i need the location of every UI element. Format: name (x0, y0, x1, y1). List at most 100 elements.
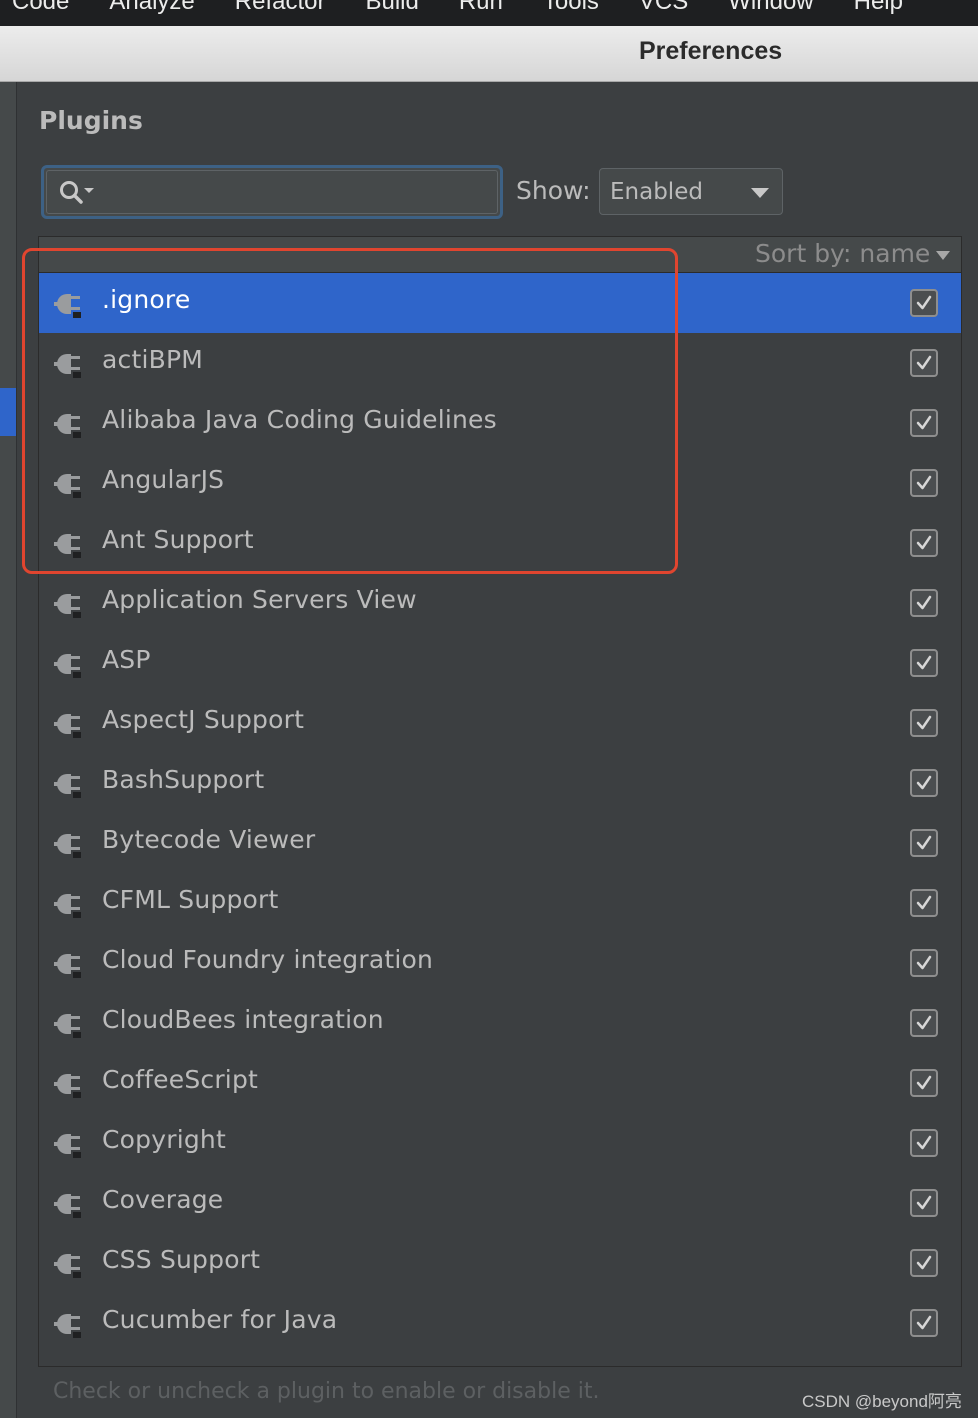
plugin-enabled-checkbox[interactable] (910, 1249, 938, 1277)
plugin-name: CFML Support (102, 885, 279, 914)
settings-tree-selected-item[interactable] (0, 388, 16, 436)
plugin-icon (53, 348, 85, 378)
plugin-row[interactable]: Cloud Foundry integration (39, 933, 961, 993)
plugin-name: Copyright (102, 1125, 226, 1154)
menu-window[interactable]: Window (728, 0, 813, 16)
sort-header[interactable]: Sort by: name (39, 237, 961, 273)
plugin-row[interactable]: CoffeeScript (39, 1053, 961, 1113)
window-title: Preferences (639, 37, 783, 65)
plugin-name: Application Servers View (102, 585, 417, 614)
plugin-row[interactable]: .ignore (39, 273, 961, 333)
page-title: Plugins (39, 106, 143, 135)
search-input[interactable] (106, 176, 490, 208)
plugin-enabled-checkbox[interactable] (910, 1189, 938, 1217)
menu-bar: Code Analyze Refactor Build Run Tools VCS Windo… (0, 0, 978, 26)
plugin-icon (53, 648, 85, 678)
plugin-icon (53, 768, 85, 798)
plugin-icon (53, 888, 85, 918)
plugin-enabled-checkbox[interactable] (910, 289, 938, 317)
show-filter-dropdown[interactable]: Enabled (599, 168, 783, 215)
plugin-enabled-checkbox[interactable] (910, 709, 938, 737)
plugin-name: Cucumber for Java (102, 1305, 338, 1334)
plugin-enabled-checkbox[interactable] (910, 889, 938, 917)
caret-down-icon[interactable] (936, 251, 950, 260)
plugin-enabled-checkbox[interactable] (910, 1129, 938, 1157)
plugin-name: ASP (102, 645, 151, 674)
plugin-name: Ant Support (102, 525, 254, 554)
plugin-name: Cloud Foundry integration (102, 945, 434, 974)
plugin-name: .ignore (102, 285, 191, 314)
plugin-enabled-checkbox[interactable] (910, 349, 938, 377)
plugin-row[interactable]: Ant Support (39, 513, 961, 573)
menu-help[interactable]: Help (854, 0, 903, 16)
plugin-row[interactable]: Bytecode Viewer (39, 813, 961, 873)
menu-run[interactable]: Run (459, 0, 503, 16)
plugin-enabled-checkbox[interactable] (910, 529, 938, 557)
plugin-icon (53, 408, 85, 438)
search-icon[interactable] (58, 178, 98, 208)
plugin-row[interactable]: CFML Support (39, 873, 961, 933)
plugin-icon (53, 1248, 85, 1278)
plugin-enabled-checkbox[interactable] (910, 589, 938, 617)
search-box[interactable] (41, 165, 503, 219)
menu-analyze[interactable]: Analyze (109, 0, 194, 16)
plugin-list[interactable]: Sort by: name .ignore actiBPM Alibaba Java… (38, 236, 962, 1367)
plugin-enabled-checkbox[interactable] (910, 769, 938, 797)
plugin-icon (53, 468, 85, 498)
plugin-row[interactable]: Alibaba Java Coding Guidelines (39, 393, 961, 453)
plugin-icon (53, 1188, 85, 1218)
hint-text: Check or uncheck a plugin to enable or d… (53, 1379, 600, 1404)
plugin-name: CloudBees integration (102, 1005, 384, 1034)
plugin-row[interactable]: ASP (39, 633, 961, 693)
plugin-row[interactable]: AspectJ Support (39, 693, 961, 753)
plugin-row[interactable]: Coverage (39, 1173, 961, 1233)
plugin-row[interactable]: actiBPM (39, 333, 961, 393)
plugin-name: Coverage (102, 1185, 224, 1214)
plugin-name: Bytecode Viewer (102, 825, 316, 854)
plugin-row[interactable]: CSS Support (39, 1233, 961, 1293)
window-titlebar: Preferences (0, 26, 978, 82)
plugin-name: Alibaba Java Coding Guidelines (102, 405, 497, 434)
sort-by-label[interactable]: Sort by: name (755, 239, 930, 268)
plugin-icon (53, 828, 85, 858)
menu-refactor[interactable]: Refactor (235, 0, 326, 16)
watermark: CSDN @beyond阿亮 (802, 1392, 962, 1411)
plugin-icon (53, 528, 85, 558)
plugin-name: BashSupport (102, 765, 265, 794)
plugin-icon (53, 948, 85, 978)
plugin-name: actiBPM (102, 345, 204, 374)
plugin-row[interactable]: Copyright (39, 1113, 961, 1173)
menu-code[interactable]: Code (12, 0, 69, 16)
plugin-name: CoffeeScript (102, 1065, 259, 1094)
plugin-name: AspectJ Support (102, 705, 305, 734)
plugin-enabled-checkbox[interactable] (910, 1009, 938, 1037)
plugin-row[interactable]: BashSupport (39, 753, 961, 813)
plugin-enabled-checkbox[interactable] (910, 649, 938, 677)
show-filter-value: Enabled (610, 179, 703, 205)
plugin-enabled-checkbox[interactable] (910, 949, 938, 977)
menu-build[interactable]: Build (365, 0, 418, 16)
plugin-rows: .ignore actiBPM Alibaba Java Coding Guidel… (39, 273, 961, 1353)
plugin-enabled-checkbox[interactable] (910, 1069, 938, 1097)
plugin-icon (53, 1008, 85, 1038)
plugin-icon (53, 708, 85, 738)
plugin-enabled-checkbox[interactable] (910, 409, 938, 437)
plugin-row[interactable]: CloudBees integration (39, 993, 961, 1053)
plugin-row[interactable]: AngularJS (39, 453, 961, 513)
plugin-enabled-checkbox[interactable] (910, 829, 938, 857)
plugin-enabled-checkbox[interactable] (910, 469, 938, 497)
settings-tree-edge[interactable] (0, 82, 17, 1418)
plugin-name: AngularJS (102, 465, 225, 494)
plugin-icon (53, 1308, 85, 1338)
menu-tools[interactable]: Tools (543, 0, 599, 16)
plugin-enabled-checkbox[interactable] (910, 1309, 938, 1337)
show-filter-label: Show: (516, 176, 591, 205)
menu-items: Code Analyze Refactor Build Run Tools VCS Windo… (0, 0, 931, 16)
plugin-icon (53, 1128, 85, 1158)
chevron-down-icon (751, 188, 769, 198)
plugin-icon (53, 1068, 85, 1098)
plugin-row[interactable]: Cucumber for Java (39, 1293, 961, 1353)
plugin-row[interactable]: Application Servers View (39, 573, 961, 633)
menu-vcs[interactable]: VCS (639, 0, 688, 16)
plugin-icon (53, 588, 85, 618)
